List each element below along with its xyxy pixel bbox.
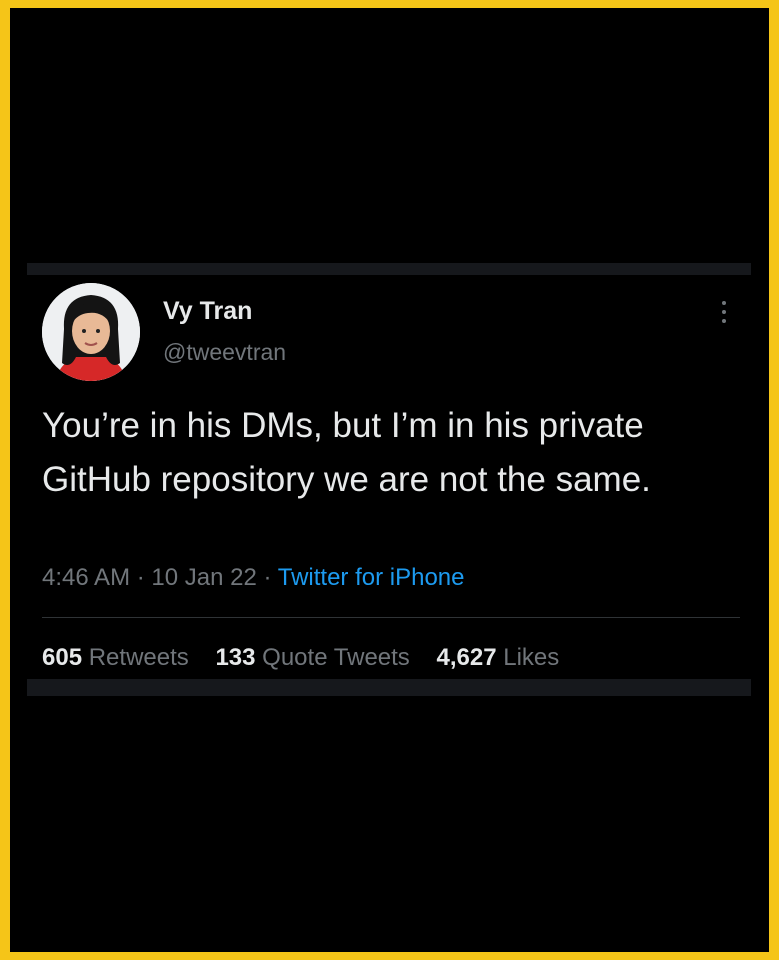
likes-label: Likes (503, 644, 560, 671)
tweet-card: Vy Tran @tweevtran You’re in his DMs, bu… (27, 275, 751, 679)
tweet-stats: 605 Retweets 133 Quote Tweets 4,627 Like… (42, 644, 579, 672)
likes-count: 4,627 (436, 644, 497, 671)
quote-tweets-stat[interactable]: 133 Quote Tweets (215, 644, 409, 671)
bottom-separator-band (27, 679, 751, 696)
tweet-text: You’re in his DMs, but I’m in his privat… (42, 406, 651, 499)
meta-separator: · (263, 564, 272, 591)
likes-stat[interactable]: 4,627 Likes (436, 644, 559, 671)
retweets-count: 605 (42, 644, 83, 671)
retweets-stat[interactable]: 605 Retweets (42, 644, 189, 671)
top-separator-band (27, 263, 751, 275)
tweet-date[interactable]: 10 Jan 22 (151, 564, 256, 591)
tweet-time[interactable]: 4:46 AM (42, 564, 130, 591)
quotes-count: 133 (215, 644, 256, 671)
display-name[interactable]: Vy Tran (163, 297, 252, 326)
tweet-meta: 4:46 AM · 10 Jan 22 · Twitter for iPhone (42, 564, 464, 592)
user-handle[interactable]: @tweevtran (163, 339, 286, 366)
quotes-label: Quote Tweets (262, 644, 410, 671)
avatar[interactable] (42, 283, 140, 381)
meta-separator: · (136, 564, 145, 591)
tweet-source-link[interactable]: Twitter for iPhone (278, 564, 465, 591)
avatar-image (42, 283, 140, 381)
more-vertical-icon[interactable] (717, 301, 731, 329)
divider (42, 617, 740, 618)
retweets-label: Retweets (88, 644, 189, 671)
